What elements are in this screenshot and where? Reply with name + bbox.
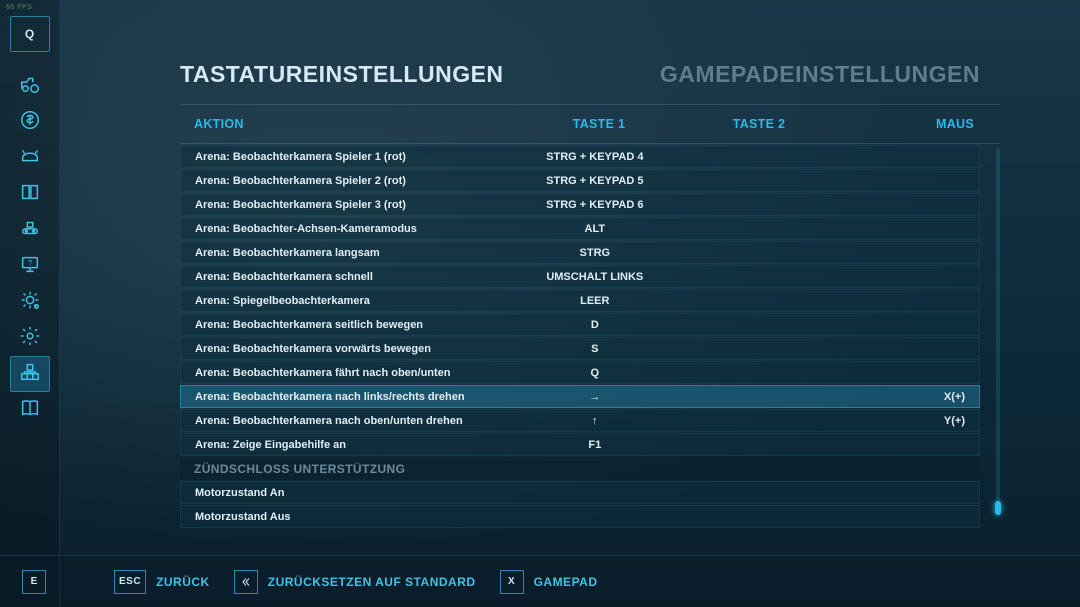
binding-key1[interactable]: STRG [511,247,679,259]
binding-row[interactable]: Motorzustand An [180,481,980,504]
x-keycap: X [500,570,524,594]
binding-action: Arena: Zeige Eingabehilfe an [195,439,511,451]
esc-keycap: ESC [114,570,146,594]
binding-key1[interactable]: STRG + KEYPAD 6 [511,199,679,211]
binding-action: Arena: Beobachterkamera vorwärts bewegen [195,343,511,355]
bottom-bar: E ESC ZURÜCK ZURÜCKSETZEN AUF STANDARD X… [0,555,1080,607]
bindings-scroll-area: Arena: Beobachterkamera Spieler 1 (rot)S… [180,144,1000,519]
binding-action: Arena: Beobachterkamera Spieler 2 (rot) [195,175,511,187]
binding-action: Arena: Beobachterkamera langsam [195,247,511,259]
binding-mouse[interactable]: Y(+) [827,415,965,427]
sidebar-prev-key[interactable]: Q [10,16,50,52]
scrollbar[interactable] [996,148,1000,515]
binding-action: Motorzustand Aus [195,511,511,523]
sidebar: Q ? [0,0,60,607]
binding-mouse[interactable]: X(+) [827,391,965,403]
binding-action: Arena: Beobachterkamera Spieler 1 (rot) [195,151,511,163]
book-icon [19,181,41,208]
binding-row[interactable]: Arena: Beobachterkamera Spieler 2 (rot)S… [180,169,980,192]
sidebar-item-input-map-icon[interactable] [10,356,50,392]
section-label: ZÜNDSCHLOSS UNTERSTÜTZUNG [194,462,514,476]
settings-icon [19,325,41,352]
binding-action: Arena: Beobachter-Achsen-Kameramodus [195,223,511,235]
binding-action: Arena: Beobachterkamera Spieler 3 (rot) [195,199,511,211]
vehicle-icon [19,73,41,100]
binding-row[interactable]: Arena: Beobachterkamera langsamSTRG [180,241,980,264]
binding-action: Arena: Beobachterkamera fährt nach oben/… [195,367,511,379]
binding-key1[interactable]: S [511,343,679,355]
garage-icon [19,289,41,316]
binding-key1[interactable]: ALT [511,223,679,235]
col-action: AKTION [194,117,514,131]
sidebar-item-vehicle-icon[interactable] [10,68,50,104]
bindings-header: AKTION TASTE 1 TASTE 2 MAUS [180,104,1000,144]
binding-row[interactable]: Arena: Beobachterkamera seitlich bewegen… [180,313,980,336]
col-key2: TASTE 2 [684,117,834,131]
sidebar-item-conveyor-icon[interactable] [10,212,50,248]
binding-key1[interactable]: D [511,319,679,331]
sidebar-item-money-icon[interactable] [10,104,50,140]
binding-key1[interactable]: Q [511,367,679,379]
binding-row[interactable]: Arena: Zeige Eingabehilfe anF1 [180,433,980,456]
col-mouse: MAUS [834,117,974,131]
input-map-icon [19,361,41,388]
svg-text:?: ? [27,257,31,266]
sidebar-item-garage-icon[interactable] [10,284,50,320]
tab-gamepad[interactable]: GAMEPADEINSTELLUNGEN [660,44,1000,104]
binding-action: Arena: Beobachterkamera schnell [195,271,511,283]
tabs: TASTATUREINSTELLUNGEN GAMEPADEINSTELLUNG… [180,44,1000,104]
binding-row[interactable]: Arena: Beobachterkamera Spieler 3 (rot)S… [180,193,980,216]
binding-action: Arena: Beobachterkamera nach links/recht… [195,391,511,403]
scrollbar-thumb[interactable] [995,501,1001,515]
sidebar-item-settings-icon[interactable] [10,320,50,356]
binding-key1[interactable]: UMSCHALT LINKS [511,271,679,283]
gamepad-button[interactable]: X GAMEPAD [500,570,598,594]
col-key1: TASTE 1 [514,117,684,131]
back-label: ZURÜCK [156,575,210,589]
binding-row[interactable]: Arena: Beobachter-Achsen-KameramodusALT [180,217,980,240]
binding-row[interactable]: Arena: Beobachterkamera Spieler 1 (rot)S… [180,145,980,168]
binding-key1[interactable]: → [511,391,679,403]
conveyor-icon [19,217,41,244]
manual-icon [19,397,41,424]
sidebar-item-help-board-icon[interactable]: ? [10,248,50,284]
sidebar-item-manual-icon[interactable] [10,392,50,428]
binding-key1[interactable]: ↑ [511,415,679,427]
binding-action: Arena: Beobachterkamera seitlich bewegen [195,319,511,331]
binding-action: Motorzustand An [195,487,511,499]
binding-row[interactable]: Motorzustand Aus [180,505,980,528]
binding-row[interactable]: Arena: SpiegelbeobachterkameraLEER [180,289,980,312]
binding-row[interactable]: Arena: Beobachterkamera schnellUMSCHALT … [180,265,980,288]
gamepad-label: GAMEPAD [534,575,598,589]
money-icon [19,109,41,136]
reset-keycap [234,570,258,594]
tab-keyboard[interactable]: TASTATUREINSTELLUNGEN [180,44,524,104]
main-panel: TASTATUREINSTELLUNGEN GAMEPADEINSTELLUNG… [60,0,1080,555]
binding-action: Arena: Spiegelbeobachterkamera [195,295,511,307]
sidebar-next-key[interactable]: E [22,570,46,594]
animals-icon [19,145,41,172]
sidebar-item-book-icon[interactable] [10,176,50,212]
reset-defaults-button[interactable]: ZURÜCKSETZEN AUF STANDARD [234,570,476,594]
sidebar-item-animals-icon[interactable] [10,140,50,176]
binding-key1[interactable]: LEER [511,295,679,307]
binding-row[interactable]: Arena: Beobachterkamera fährt nach oben/… [180,361,980,384]
reset-label: ZURÜCKSETZEN AUF STANDARD [268,575,476,589]
binding-key1[interactable]: STRG + KEYPAD 5 [511,175,679,187]
binding-key1[interactable]: F1 [511,439,679,451]
binding-action: Arena: Beobachterkamera nach oben/unten … [195,415,511,427]
binding-row[interactable]: Arena: Beobachterkamera vorwärts bewegen… [180,337,980,360]
binding-row[interactable]: Arena: Beobachterkamera nach links/recht… [180,385,980,408]
section-header: ZÜNDSCHLOSS UNTERSTÜTZUNG [180,457,980,480]
back-button[interactable]: ESC ZURÜCK [114,570,210,594]
binding-row[interactable]: Arena: Beobachterkamera nach oben/unten … [180,409,980,432]
binding-key1[interactable]: STRG + KEYPAD 4 [511,151,679,163]
help-board-icon: ? [19,253,41,280]
